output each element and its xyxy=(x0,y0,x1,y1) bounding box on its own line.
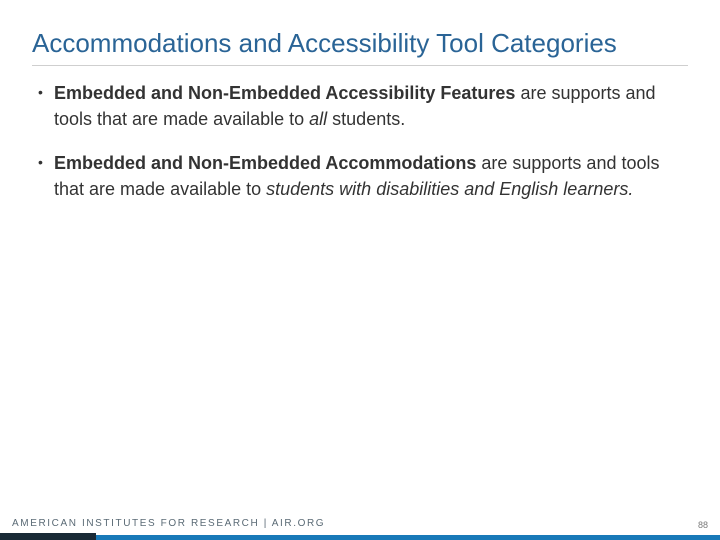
bullet-1-bold: Embedded and Non-Embedded Accessibility … xyxy=(54,83,515,103)
bullet-item-2: Embedded and Non-Embedded Accommodations… xyxy=(32,150,688,202)
slide: Accommodations and Accessibility Tool Ca… xyxy=(0,0,720,540)
footer-org-text: AMERICAN INSTITUTES FOR RESEARCH | AIR.O… xyxy=(12,518,325,529)
bullet-2-italic: students with disabilities and English l… xyxy=(266,179,633,199)
bullet-1-italic: all xyxy=(309,109,327,129)
bullet-list: Embedded and Non-Embedded Accessibility … xyxy=(32,80,688,202)
slide-title: Accommodations and Accessibility Tool Ca… xyxy=(32,28,688,59)
bullet-2-bold: Embedded and Non-Embedded Accommodations xyxy=(54,153,476,173)
title-divider xyxy=(32,65,688,66)
page-number: 88 xyxy=(698,520,708,530)
bullet-item-1: Embedded and Non-Embedded Accessibility … xyxy=(32,80,688,132)
footer-accent-bar-dark xyxy=(0,533,96,540)
footer: AMERICAN INSTITUTES FOR RESEARCH | AIR.O… xyxy=(0,506,720,540)
footer-accent-bar xyxy=(0,535,720,540)
bullet-1-text-b: students. xyxy=(327,109,405,129)
